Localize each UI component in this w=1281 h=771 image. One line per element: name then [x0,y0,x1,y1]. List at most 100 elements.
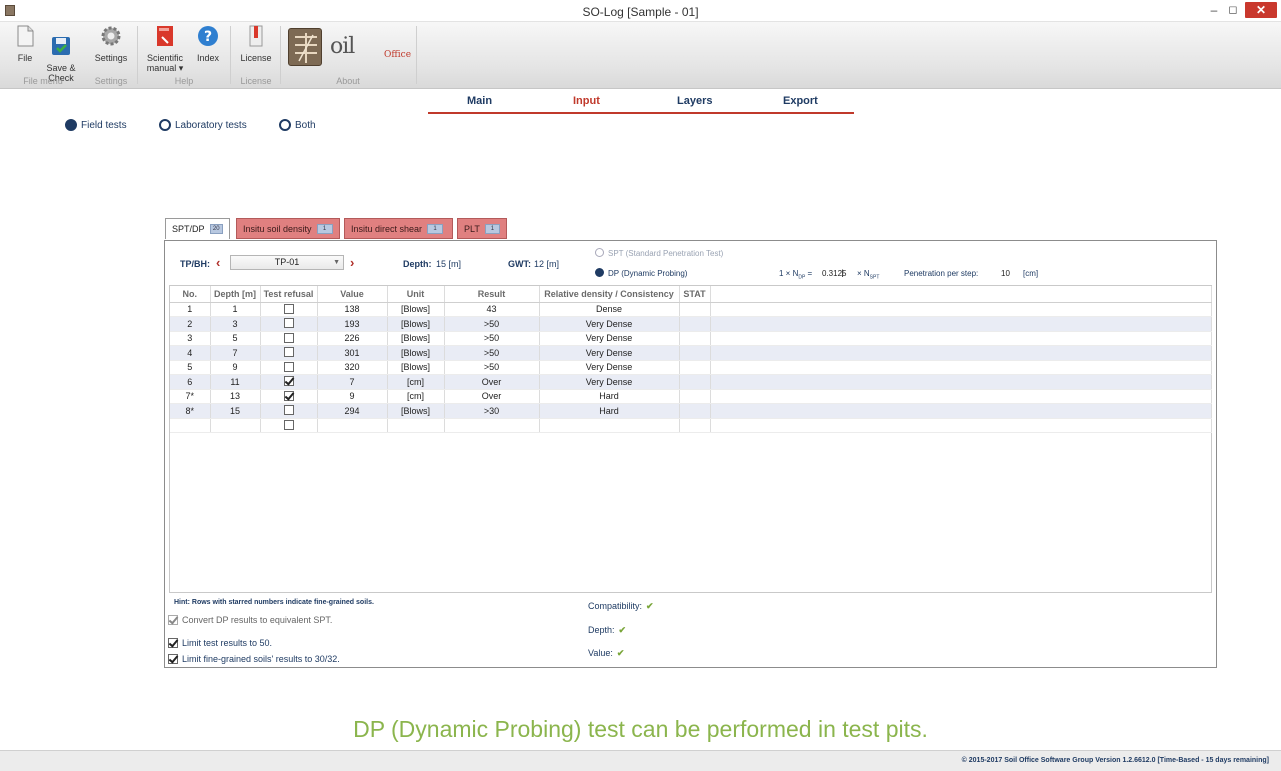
column-header-value[interactable]: Value [317,286,388,303]
cell-density[interactable]: Very Dense [539,360,680,375]
cell-unit[interactable]: [Blows] [387,403,445,419]
table-row[interactable]: 2 3 193 [Blows] >50 Very Dense [170,316,1212,332]
test-refusal-checkbox[interactable] [283,318,294,329]
dp-method-radio[interactable]: DP (Dynamic Probing) [595,268,687,278]
cell-depth[interactable]: 15 [210,403,261,419]
table-row[interactable]: 6 11 7 [cm] Over Very Dense [170,374,1212,390]
cell-value[interactable]: 294 [317,403,388,419]
spt-method-radio[interactable]: SPT (Standard Penetration Test) [595,248,723,258]
cell-unit[interactable]: [Blows] [387,331,445,346]
cell-result[interactable]: >30 [444,403,540,419]
tab-layers[interactable]: Layers [677,95,712,107]
cell-value[interactable]: 193 [317,316,388,332]
cell-depth[interactable]: 11 [210,374,261,390]
subtab-insitu-direct-shear[interactable]: Insitu direct shear 1 [344,218,453,239]
test-refusal-checkbox-checked[interactable] [283,376,294,387]
restore-button[interactable]: ◻ [1226,2,1240,18]
cell-value[interactable]: 320 [317,360,388,375]
cell-unit[interactable] [387,418,445,433]
cell-no[interactable]: 2 [170,316,211,332]
cell-unit[interactable]: [Blows] [387,316,445,332]
cell-density[interactable]: Hard [539,389,680,404]
cell-depth[interactable]: 5 [210,331,261,346]
cell-result[interactable]: 43 [444,302,540,317]
tab-input[interactable]: Input [573,95,600,107]
cell-result[interactable]: >50 [444,345,540,361]
cell-depth[interactable]: 13 [210,389,261,404]
cell-no[interactable]: 3 [170,331,211,346]
cell-no[interactable]: 6 [170,374,211,390]
cell-density[interactable] [539,418,680,433]
both-radio[interactable]: Both [279,119,316,131]
test-refusal-checkbox-checked[interactable] [283,390,294,401]
cell-result[interactable]: >50 [444,316,540,332]
soil-office-logo[interactable]: oil Office [284,26,414,68]
settings-button[interactable]: Settings [92,24,130,63]
field-tests-radio[interactable]: Field tests [65,119,127,131]
cell-depth[interactable]: 7 [210,345,261,361]
cell-density[interactable]: Hard [539,403,680,419]
scientific-manual-button[interactable]: Scientific manual ▾ [144,24,186,73]
cell-unit[interactable]: [Blows] [387,345,445,361]
cell-value[interactable]: 226 [317,331,388,346]
column-header-result[interactable]: Result [444,286,540,303]
cell-unit[interactable]: [cm] [387,374,445,390]
cell-no[interactable] [170,418,211,433]
laboratory-tests-radio[interactable]: Laboratory tests [159,119,247,131]
column-header-no[interactable]: No. [170,286,211,303]
cell-no[interactable]: 8* [170,403,211,419]
subtab-insitu-soil-density[interactable]: Insitu soil density 1 [236,218,340,239]
license-button[interactable]: License [238,24,274,63]
tp-bh-select[interactable]: TP-01 ▼ [230,255,344,270]
file-button[interactable]: File [12,24,38,63]
cell-value[interactable]: 9 [317,389,388,404]
close-button[interactable]: ✕ [1245,2,1277,18]
cell-result[interactable]: >50 [444,360,540,375]
cell-no[interactable]: 7* [170,389,211,404]
test-refusal-checkbox[interactable] [283,361,294,372]
cell-value[interactable]: 138 [317,302,388,317]
cell-unit[interactable]: [Blows] [387,360,445,375]
table-row[interactable]: 3 5 226 [Blows] >50 Very Dense [170,331,1212,346]
column-header-depth[interactable]: Depth [m] [210,286,261,303]
limit-fine-grained-checkbox[interactable]: Limit fine-grained soils' results to 30/… [168,654,340,664]
limit-50-checkbox[interactable]: Limit test results to 50. [168,638,272,648]
test-refusal-checkbox[interactable] [283,405,294,416]
cell-value[interactable]: 7 [317,374,388,390]
cell-depth[interactable] [210,418,261,433]
cell-value[interactable]: 301 [317,345,388,361]
column-header-test-refusal[interactable]: Test refusal [260,286,318,303]
table-row[interactable]: 4 7 301 [Blows] >50 Very Dense [170,345,1212,361]
cell-no[interactable]: 1 [170,302,211,317]
table-row[interactable] [170,418,1212,433]
cell-no[interactable]: 5 [170,360,211,375]
test-refusal-checkbox[interactable] [283,332,294,343]
cell-density[interactable]: Dense [539,302,680,317]
subtab-plt[interactable]: PLT 1 [457,218,507,239]
previous-chevron-icon[interactable]: ‹ [216,255,220,270]
test-refusal-checkbox[interactable] [283,419,294,430]
cell-unit[interactable]: [cm] [387,389,445,404]
cell-depth[interactable]: 3 [210,316,261,332]
penetration-input[interactable]: 10 [1001,269,1010,278]
subtab-spt-dp[interactable]: SPT/DP 20 [165,218,230,239]
cell-density[interactable]: Very Dense [539,331,680,346]
column-header-density[interactable]: Relative density / Consistency [539,286,680,303]
cell-no[interactable]: 4 [170,345,211,361]
table-row[interactable]: 1 1 138 [Blows] 43 Dense [170,302,1212,317]
cell-result[interactable] [444,418,540,433]
table-row[interactable]: 7* 13 9 [cm] Over Hard [170,389,1212,404]
cell-depth[interactable]: 1 [210,302,261,317]
convert-dp-checkbox[interactable]: Convert DP results to equivalent SPT. [168,615,332,625]
table-row[interactable]: 8* 15 294 [Blows] >30 Hard [170,403,1212,419]
tab-export[interactable]: Export [783,95,818,107]
column-header-stat[interactable]: STAT [679,286,711,303]
cell-result[interactable]: Over [444,374,540,390]
index-button[interactable]: ? Index [194,24,222,63]
test-refusal-checkbox[interactable] [283,303,294,314]
cell-value[interactable] [317,418,388,433]
column-header-unit[interactable]: Unit [387,286,445,303]
next-chevron-icon[interactable]: › [350,255,354,270]
cell-result[interactable]: >50 [444,331,540,346]
cell-density[interactable]: Very Dense [539,316,680,332]
